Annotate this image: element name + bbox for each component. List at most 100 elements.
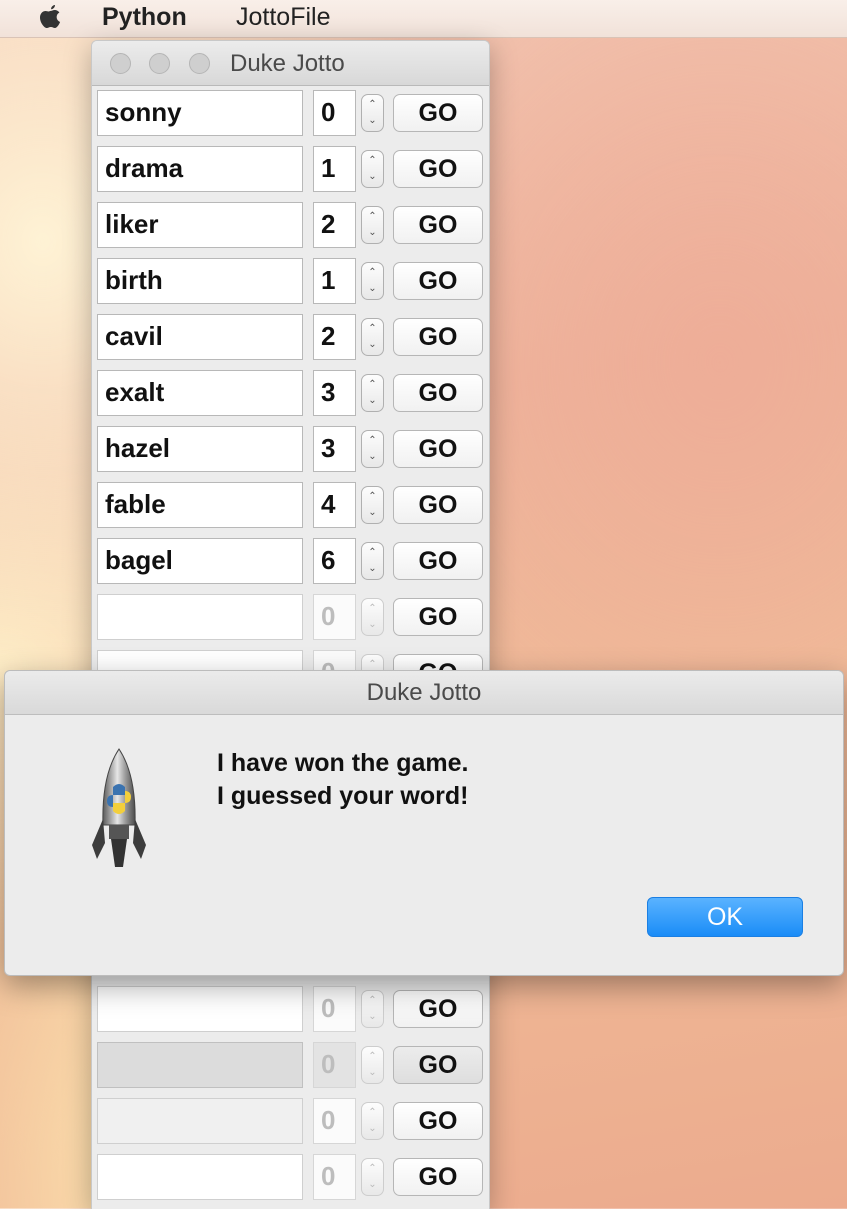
go-button[interactable]: GO xyxy=(393,262,483,300)
chevron-down-icon[interactable]: ⌄ xyxy=(362,337,383,353)
count-stepper[interactable]: ⌃⌄ xyxy=(361,374,384,412)
chevron-down-icon[interactable]: ⌄ xyxy=(362,113,383,129)
common-letters-field[interactable]: 3 xyxy=(313,426,356,472)
count-stepper[interactable]: ⌃⌄ xyxy=(361,1046,384,1084)
guess-row: hazel 3 ⌃ ⌄ GO xyxy=(92,426,489,472)
dialog-titlebar[interactable]: Duke Jotto xyxy=(5,671,843,715)
go-button[interactable]: GO xyxy=(393,374,483,412)
chevron-up-icon[interactable]: ⌃ xyxy=(362,433,383,449)
apple-icon[interactable] xyxy=(36,3,64,33)
window-titlebar[interactable]: Duke Jotto xyxy=(92,41,489,86)
guess-word-field[interactable]: birth xyxy=(97,258,303,304)
count-stepper[interactable]: ⌃⌄ xyxy=(361,598,384,636)
chevron-up-icon[interactable]: ⌃ xyxy=(362,1105,383,1121)
close-button[interactable] xyxy=(110,53,131,74)
guess-row: 0⌃⌄GO xyxy=(92,594,489,640)
count-stepper[interactable]: ⌃⌄ xyxy=(361,94,384,132)
guess-word-field[interactable] xyxy=(97,986,303,1032)
guess-word-field[interactable] xyxy=(97,1042,303,1088)
go-button[interactable]: GO xyxy=(393,206,483,244)
chevron-up-icon[interactable]: ⌃ xyxy=(362,1161,383,1177)
chevron-up-icon[interactable]: ⌃ xyxy=(362,545,383,561)
go-button[interactable]: GO xyxy=(393,1158,483,1196)
guess-word-field[interactable]: drama xyxy=(97,146,303,192)
dialog-message: I have won the game. I guessed your word… xyxy=(217,747,468,813)
common-letters-field[interactable]: 1 xyxy=(313,146,356,192)
chevron-up-icon[interactable]: ⌃ xyxy=(362,377,383,393)
common-letters-field[interactable]: 0 xyxy=(313,1154,356,1200)
guess-row: 0⌃⌄GO xyxy=(92,1154,489,1200)
guess-word-field[interactable]: sonny xyxy=(97,90,303,136)
count-stepper[interactable]: ⌃⌄ xyxy=(361,150,384,188)
common-letters-field[interactable]: 0 xyxy=(313,594,356,640)
chevron-up-icon[interactable]: ⌃ xyxy=(362,153,383,169)
go-button[interactable]: GO xyxy=(393,430,483,468)
chevron-down-icon[interactable]: ⌄ xyxy=(362,1121,383,1137)
count-stepper[interactable]: ⌃⌄ xyxy=(361,430,384,468)
guess-word-field[interactable] xyxy=(97,594,303,640)
count-stepper[interactable]: ⌃⌄ xyxy=(361,542,384,580)
go-button[interactable]: GO xyxy=(393,1046,483,1084)
menu-app-python[interactable]: Python xyxy=(102,3,187,32)
count-stepper[interactable]: ⌃⌄ xyxy=(361,990,384,1028)
chevron-up-icon[interactable]: ⌃ xyxy=(362,489,383,505)
chevron-down-icon[interactable]: ⌄ xyxy=(362,393,383,409)
chevron-up-icon[interactable]: ⌃ xyxy=(362,209,383,225)
menu-bar: Python JottoFile xyxy=(0,0,847,38)
go-button[interactable]: GO xyxy=(393,486,483,524)
count-stepper[interactable]: ⌃⌄ xyxy=(361,486,384,524)
go-button[interactable]: GO xyxy=(393,1102,483,1140)
count-stepper[interactable]: ⌃⌄ xyxy=(361,1158,384,1196)
common-letters-field[interactable]: 0 xyxy=(313,1042,356,1088)
chevron-down-icon[interactable]: ⌄ xyxy=(362,449,383,465)
zoom-button[interactable] xyxy=(189,53,210,74)
common-letters-field[interactable]: 2 xyxy=(313,202,356,248)
go-button[interactable]: GO xyxy=(393,150,483,188)
chevron-up-icon[interactable]: ⌃ xyxy=(362,321,383,337)
chevron-up-icon[interactable]: ⌃ xyxy=(362,993,383,1009)
ok-button[interactable]: OK xyxy=(647,897,803,937)
guess-word-field[interactable] xyxy=(97,1098,303,1144)
chevron-up-icon[interactable]: ⌃ xyxy=(362,265,383,281)
chevron-down-icon[interactable]: ⌄ xyxy=(362,1009,383,1025)
chevron-up-icon[interactable]: ⌃ xyxy=(362,97,383,113)
chevron-down-icon[interactable]: ⌄ xyxy=(362,1177,383,1193)
chevron-down-icon[interactable]: ⌄ xyxy=(362,169,383,185)
common-letters-field[interactable]: 3 xyxy=(313,370,356,416)
go-button[interactable]: GO xyxy=(393,542,483,580)
common-letters-field[interactable]: 2 xyxy=(313,314,356,360)
go-button[interactable]: GO xyxy=(393,94,483,132)
guess-word-field[interactable]: cavil xyxy=(97,314,303,360)
guess-word-field[interactable]: bagel xyxy=(97,538,303,584)
chevron-up-icon[interactable]: ⌃ xyxy=(362,1049,383,1065)
common-letters-field[interactable]: 0 xyxy=(313,986,356,1032)
go-button[interactable]: GO xyxy=(393,990,483,1028)
menu-jottofile[interactable]: JottoFile xyxy=(236,3,330,32)
count-stepper[interactable]: ⌃⌄ xyxy=(361,206,384,244)
common-letters-field[interactable]: 1 xyxy=(313,258,356,304)
chevron-down-icon[interactable]: ⌄ xyxy=(362,225,383,241)
guess-word-field[interactable]: hazel xyxy=(97,426,303,472)
guess-word-field[interactable]: liker xyxy=(97,202,303,248)
count-stepper[interactable]: ⌃⌄ xyxy=(361,262,384,300)
common-letters-field[interactable]: 4 xyxy=(313,482,356,528)
count-stepper[interactable]: ⌃⌄ xyxy=(361,1102,384,1140)
chevron-up-icon[interactable]: ⌃ xyxy=(362,601,383,617)
chevron-down-icon[interactable]: ⌄ xyxy=(362,561,383,577)
guess-word-field[interactable]: fable xyxy=(97,482,303,528)
go-button[interactable]: GO xyxy=(393,318,483,356)
count-stepper[interactable]: ⌃⌄ xyxy=(361,318,384,356)
go-button[interactable]: GO xyxy=(393,598,483,636)
guess-row: bagel 6 ⌃ ⌄ GO xyxy=(92,538,489,584)
guess-word-field[interactable]: exalt xyxy=(97,370,303,416)
guess-word-field[interactable] xyxy=(97,1154,303,1200)
chevron-down-icon[interactable]: ⌄ xyxy=(362,1065,383,1081)
chevron-down-icon[interactable]: ⌄ xyxy=(362,281,383,297)
common-letters-field[interactable]: 0 xyxy=(313,90,356,136)
minimize-button[interactable] xyxy=(149,53,170,74)
chevron-down-icon[interactable]: ⌄ xyxy=(362,505,383,521)
common-letters-field[interactable]: 0 xyxy=(313,1098,356,1144)
chevron-down-icon[interactable]: ⌄ xyxy=(362,617,383,633)
guess-row: drama 1 ⌃ ⌄ GO xyxy=(92,146,489,192)
common-letters-field[interactable]: 6 xyxy=(313,538,356,584)
